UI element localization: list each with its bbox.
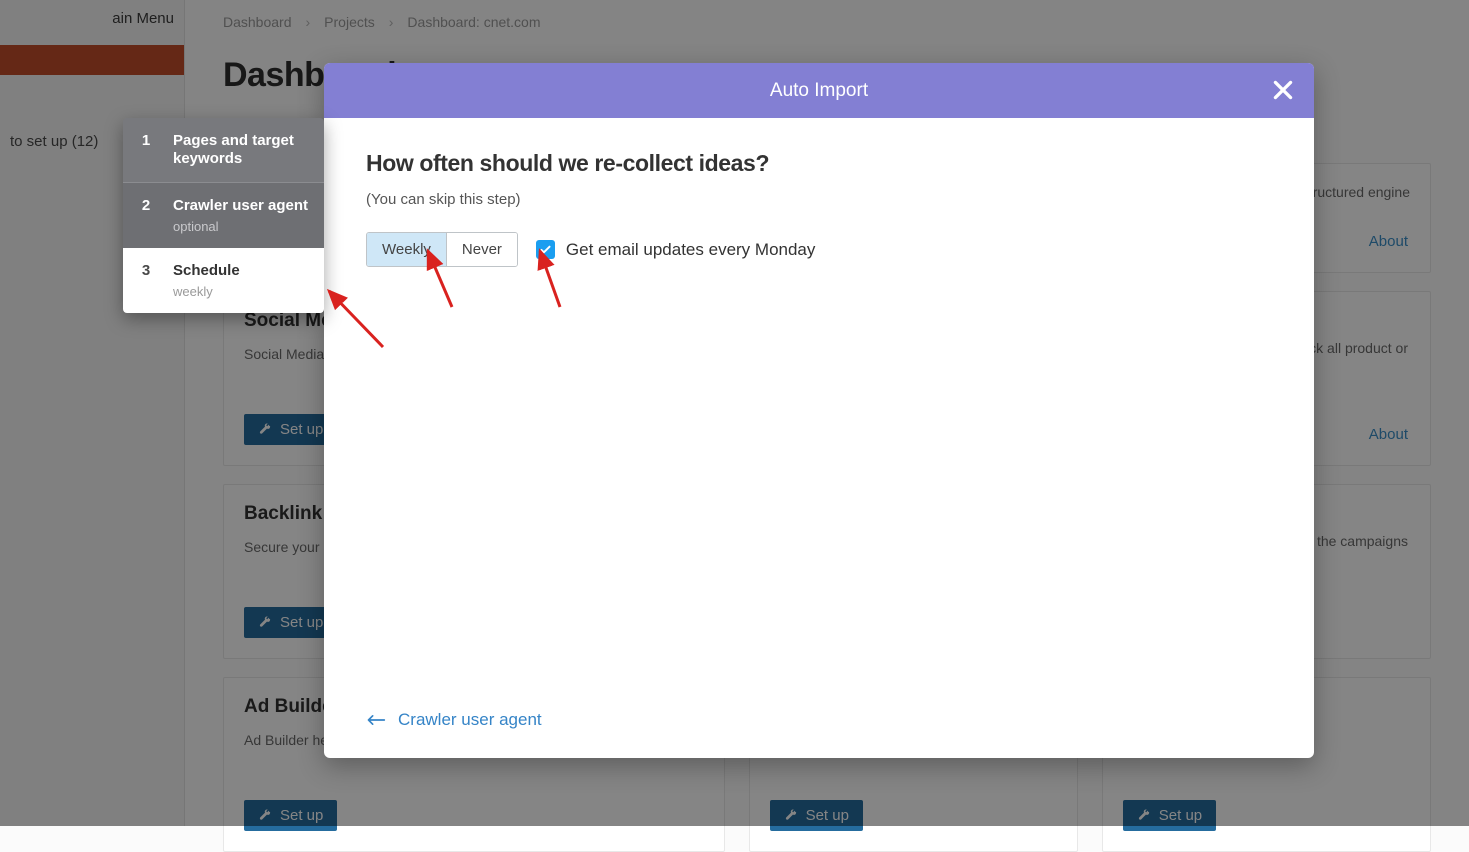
close-icon — [1270, 77, 1296, 103]
email-updates-checkbox[interactable] — [536, 240, 555, 259]
wizard-step-crawler[interactable]: 2 Crawler user agent optional — [123, 183, 324, 248]
wizard-step-number: 3 — [139, 262, 153, 299]
wizard-step-number: 1 — [139, 132, 153, 168]
wizard-step-title: Pages and target keywords — [173, 132, 310, 168]
wizard-step-subtitle: optional — [173, 219, 310, 234]
frequency-segmented-control: Weekly Never — [366, 232, 518, 267]
wizard-steps: 1 Pages and target keywords 2 Crawler us… — [123, 118, 324, 313]
email-updates-label: Get email updates every Monday — [566, 240, 815, 260]
wizard-step-number: 2 — [139, 197, 153, 234]
arrow-left-icon — [366, 713, 386, 727]
wizard-step-title: Crawler user agent — [173, 197, 310, 215]
modal-title: Auto Import — [770, 80, 868, 102]
modal-subtext: (You can skip this step) — [366, 191, 1272, 208]
frequency-option-never[interactable]: Never — [446, 233, 517, 266]
frequency-option-weekly[interactable]: Weekly — [367, 233, 446, 266]
wizard-step-subtitle: weekly — [173, 284, 310, 299]
modal-heading: How often should we re-collect ideas? — [366, 150, 1272, 177]
wizard-step-title: Schedule — [173, 262, 310, 280]
wizard-step-schedule[interactable]: 3 Schedule weekly — [123, 248, 324, 313]
auto-import-modal: Auto Import How often should we re-colle… — [324, 63, 1314, 758]
wizard-step-pages[interactable]: 1 Pages and target keywords — [123, 118, 324, 183]
close-button[interactable] — [1270, 77, 1296, 103]
back-link-label: Crawler user agent — [398, 710, 542, 730]
modal-header: Auto Import — [324, 63, 1314, 118]
back-link[interactable]: Crawler user agent — [366, 710, 542, 730]
check-icon — [539, 243, 552, 256]
